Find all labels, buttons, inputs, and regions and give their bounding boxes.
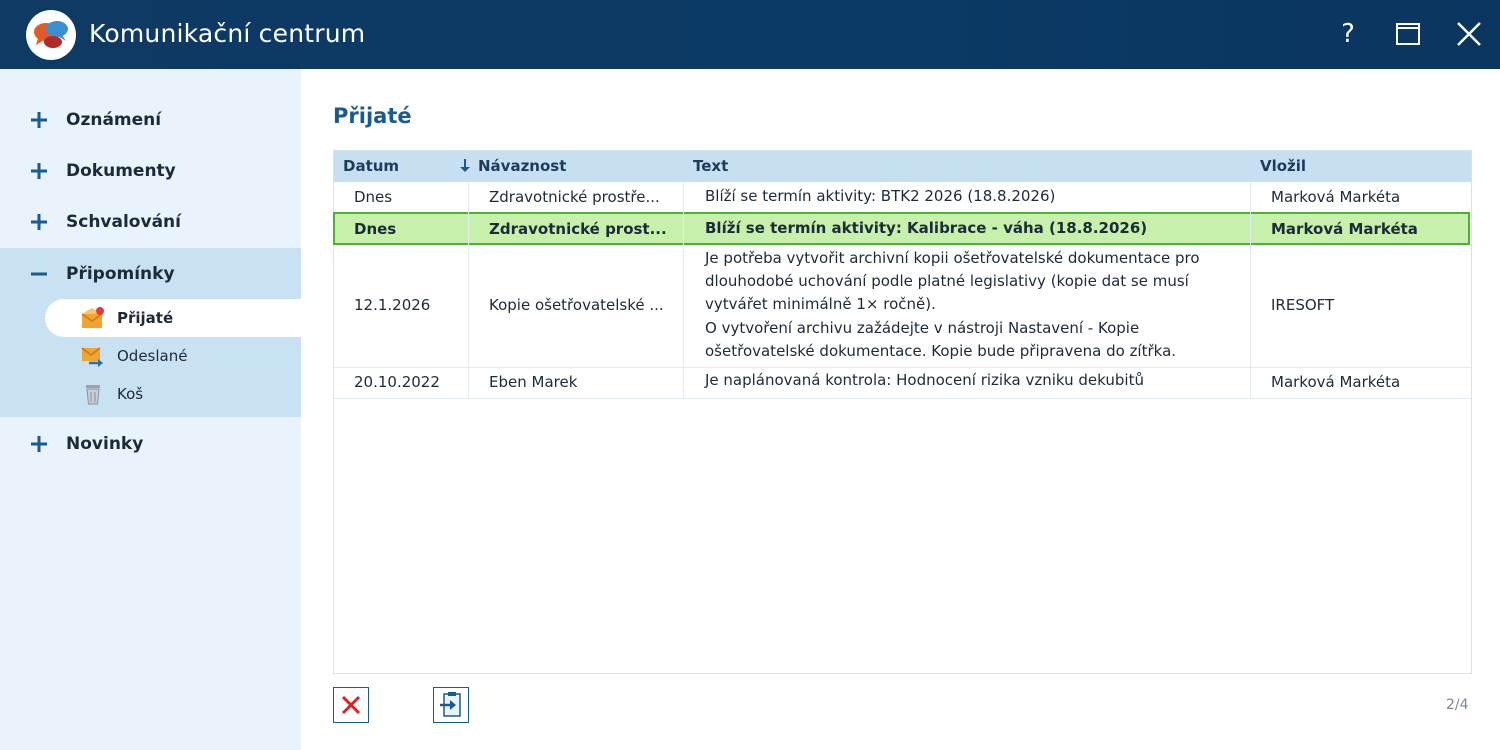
sidebar-group-pripominky: Připomínky Přijaté Odeslané Koš <box>0 248 301 417</box>
cell-vlozil: Marková Markéta <box>1271 220 1418 238</box>
column-header-navaznost[interactable]: Návaznost <box>478 151 566 182</box>
cell-text: Je naplánovaná kontrola: Hodnocení rizik… <box>705 371 1144 389</box>
cell-text-line: vytvářet minimálně 1× ročně). <box>705 295 936 313</box>
cell-navaznost: Eben Marek <box>489 373 578 391</box>
page-indicator: 2/4 <box>1446 697 1469 713</box>
sidebar-item-label: Oznámení <box>66 109 162 130</box>
delete-x-icon <box>341 695 361 715</box>
cell-text-line: Je potřeba vytvořit archivní kopii ošetř… <box>705 249 1200 267</box>
column-header-label: Datum <box>343 157 400 175</box>
sidebar-item-dokumenty[interactable]: Dokumenty <box>0 145 301 196</box>
cell-datum: 20.10.2022 <box>354 373 440 391</box>
plus-icon <box>31 435 47 452</box>
table-row[interactable]: Dnes Zdravotnické prostře... Blíží se te… <box>334 182 1471 213</box>
maximize-icon <box>1396 23 1420 45</box>
column-divider <box>683 182 684 398</box>
help-label: ? <box>1341 19 1355 49</box>
sidebar-item-label: Schvalování <box>66 211 181 232</box>
column-divider <box>468 182 469 398</box>
cell-text-line: dlouhodobé uchování podle platné legisla… <box>705 272 1189 290</box>
cell-vlozil: IRESOFT <box>1271 296 1335 314</box>
table-header: Datum Návaznost Text Vložil <box>334 151 1471 182</box>
close-button[interactable] <box>1449 14 1489 54</box>
sidebar-item-pripominky[interactable]: Připomínky <box>0 248 301 299</box>
plus-icon <box>31 213 47 230</box>
maximize-button[interactable] <box>1388 14 1428 54</box>
page-title: Přijaté <box>333 104 412 128</box>
plus-icon <box>31 162 47 179</box>
cell-navaznost: Zdravotnické prostře... <box>489 188 660 206</box>
trash-icon <box>86 385 100 405</box>
column-header-datum[interactable]: Datum <box>343 151 470 182</box>
help-button[interactable]: ? <box>1328 14 1368 54</box>
close-icon <box>1457 22 1481 46</box>
sidebar-item-oznameni[interactable]: Oznámení <box>0 94 301 145</box>
column-divider <box>1250 182 1251 398</box>
envelope-received-icon <box>81 307 104 328</box>
sidebar-subitem-label: Odeslané <box>117 347 188 365</box>
sidebar-subitem-prijate[interactable]: Přijaté <box>45 299 301 337</box>
cell-datum: Dnes <box>354 220 397 238</box>
cell-text-line: ošetřovatelské dokumentace. Kopie bude p… <box>705 342 1177 360</box>
table-row-selected[interactable]: Dnes Zdravotnické prost... Blíží se term… <box>333 212 1470 245</box>
sidebar: Oznámení Dokumenty Schvalování Připomínk… <box>0 69 301 750</box>
sidebar-item-schvalovani[interactable]: Schvalování <box>0 196 301 247</box>
cell-navaznost: Kopie ošetřovatelské ... <box>489 296 664 314</box>
sidebar-subitem-kos[interactable]: Koš <box>45 375 301 413</box>
cell-datum: Dnes <box>354 188 393 206</box>
window-title: Komunikační centrum <box>89 19 366 48</box>
delete-button[interactable] <box>333 687 369 723</box>
move-button[interactable] <box>433 687 469 723</box>
main-content: Přijaté Datum Návaznost Text Vložil Dnes… <box>301 69 1500 750</box>
title-bar: Komunikační centrum ? <box>0 0 1500 69</box>
column-header-vlozil[interactable]: Vložil <box>1260 151 1306 182</box>
cell-navaznost: Zdravotnické prost... <box>489 220 667 238</box>
sidebar-item-label: Novinky <box>66 433 144 454</box>
cell-vlozil: Marková Markéta <box>1271 373 1401 391</box>
cell-text-line: O vytvoření archivu zažádejte v nástroji… <box>705 319 1140 337</box>
cell-datum: 12.1.2026 <box>354 296 431 314</box>
chat-bubbles-icon <box>26 10 76 60</box>
cell-text: Blíží se termín aktivity: BTK2 2026 (18.… <box>705 187 1056 205</box>
communication-center-window: Komunikační centrum ? Oznámení Dokumenty <box>0 0 1500 750</box>
table-row[interactable]: 20.10.2022 Eben Marek Je naplánovaná kon… <box>334 367 1471 399</box>
sidebar-item-novinky[interactable]: Novinky <box>0 418 301 469</box>
minus-icon <box>31 272 47 275</box>
column-header-text[interactable]: Text <box>693 151 728 182</box>
messages-table: Datum Návaznost Text Vložil Dnes Zdravot… <box>333 150 1472 674</box>
cell-vlozil: Marková Markéta <box>1271 188 1401 206</box>
plus-icon <box>31 111 47 128</box>
cell-text: Blíží se termín aktivity: Kalibrace - vá… <box>705 219 1148 237</box>
sidebar-subitem-label: Koš <box>117 385 144 403</box>
sidebar-subitem-odeslane[interactable]: Odeslané <box>45 337 301 375</box>
table-row[interactable]: 12.1.2026 Kopie ošetřovatelské ... Je po… <box>334 245 1471 368</box>
envelope-sent-icon <box>81 347 103 367</box>
sidebar-item-label: Připomínky <box>66 263 175 284</box>
sort-descending-icon <box>460 159 470 172</box>
move-to-clipboard-icon <box>440 692 461 717</box>
sidebar-item-label: Dokumenty <box>66 160 176 181</box>
sidebar-subitem-label: Přijaté <box>117 309 174 327</box>
